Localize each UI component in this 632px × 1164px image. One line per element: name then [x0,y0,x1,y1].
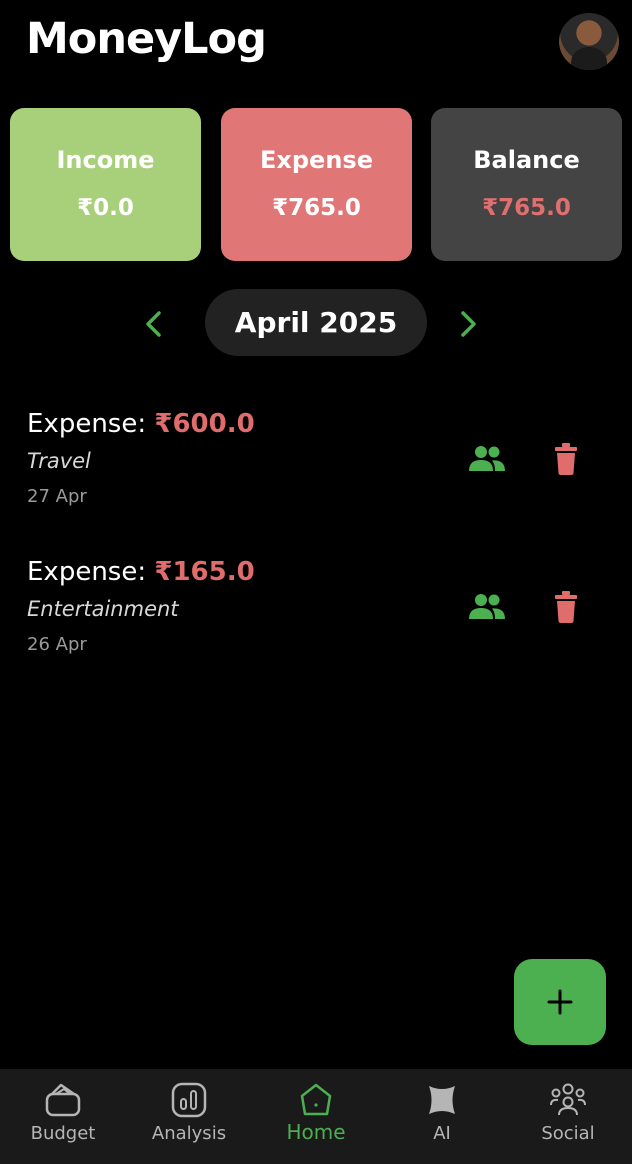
bar-chart-icon [170,1081,208,1119]
nav-item-budget[interactable]: Budget [0,1069,126,1164]
chevron-right-icon[interactable] [452,309,482,339]
plus-icon [547,989,573,1015]
nav-label-analysis: Analysis [151,1123,227,1144]
nav-label-home: Home [286,1120,346,1144]
expense-label: Expense [260,146,373,174]
app-title: MoneyLog [26,14,267,64]
transaction-row[interactable]: Expense: ₹600.0 Travel 27 Apr [0,405,632,525]
nav-item-ai[interactable]: AI [379,1069,505,1164]
transaction-amount: ₹165.0 [154,557,255,587]
ai-icon [423,1081,461,1119]
transaction-date: 26 Apr [27,634,87,655]
balance-card: Balance ₹765.0 [431,108,622,261]
transaction-type: Expense: [27,409,155,439]
balance-value: ₹765.0 [482,195,571,221]
transaction-title: Expense: ₹165.0 [27,557,255,587]
expense-card: Expense ₹765.0 [221,108,412,261]
transaction-amount: ₹600.0 [154,409,255,439]
expense-value: ₹765.0 [272,195,361,221]
nav-label-social: Social [541,1123,595,1144]
income-label: Income [56,146,155,174]
group-share-icon[interactable] [468,593,506,621]
home-icon [297,1081,335,1119]
user-avatar[interactable] [559,13,619,70]
transaction-category: Entertainment [27,597,179,621]
group-icon [549,1081,587,1119]
group-share-icon[interactable] [468,445,506,473]
month-navigator: April 2025 [0,289,632,357]
balance-label: Balance [473,146,580,174]
income-value: ₹0.0 [77,195,134,221]
nav-label-budget: Budget [30,1123,96,1144]
income-card: Income ₹0.0 [10,108,201,261]
wallet-icon [44,1081,82,1119]
transaction-title: Expense: ₹600.0 [27,409,255,439]
bottom-navigation: Budget Analysis Home AI Social [0,1069,632,1164]
transaction-row[interactable]: Expense: ₹165.0 Entertainment 26 Apr [0,553,632,673]
chevron-left-icon[interactable] [140,309,170,339]
add-transaction-button[interactable] [514,959,606,1045]
nav-label-ai: AI [433,1123,451,1144]
transaction-category: Travel [27,449,91,473]
nav-item-social[interactable]: Social [505,1069,631,1164]
transaction-date: 27 Apr [27,486,87,507]
nav-item-home[interactable]: Home [253,1069,379,1164]
nav-item-analysis[interactable]: Analysis [126,1069,252,1164]
transaction-type: Expense: [27,557,155,587]
trash-icon[interactable] [554,591,578,623]
trash-icon[interactable] [554,443,578,475]
month-selector[interactable]: April 2025 [205,289,427,356]
